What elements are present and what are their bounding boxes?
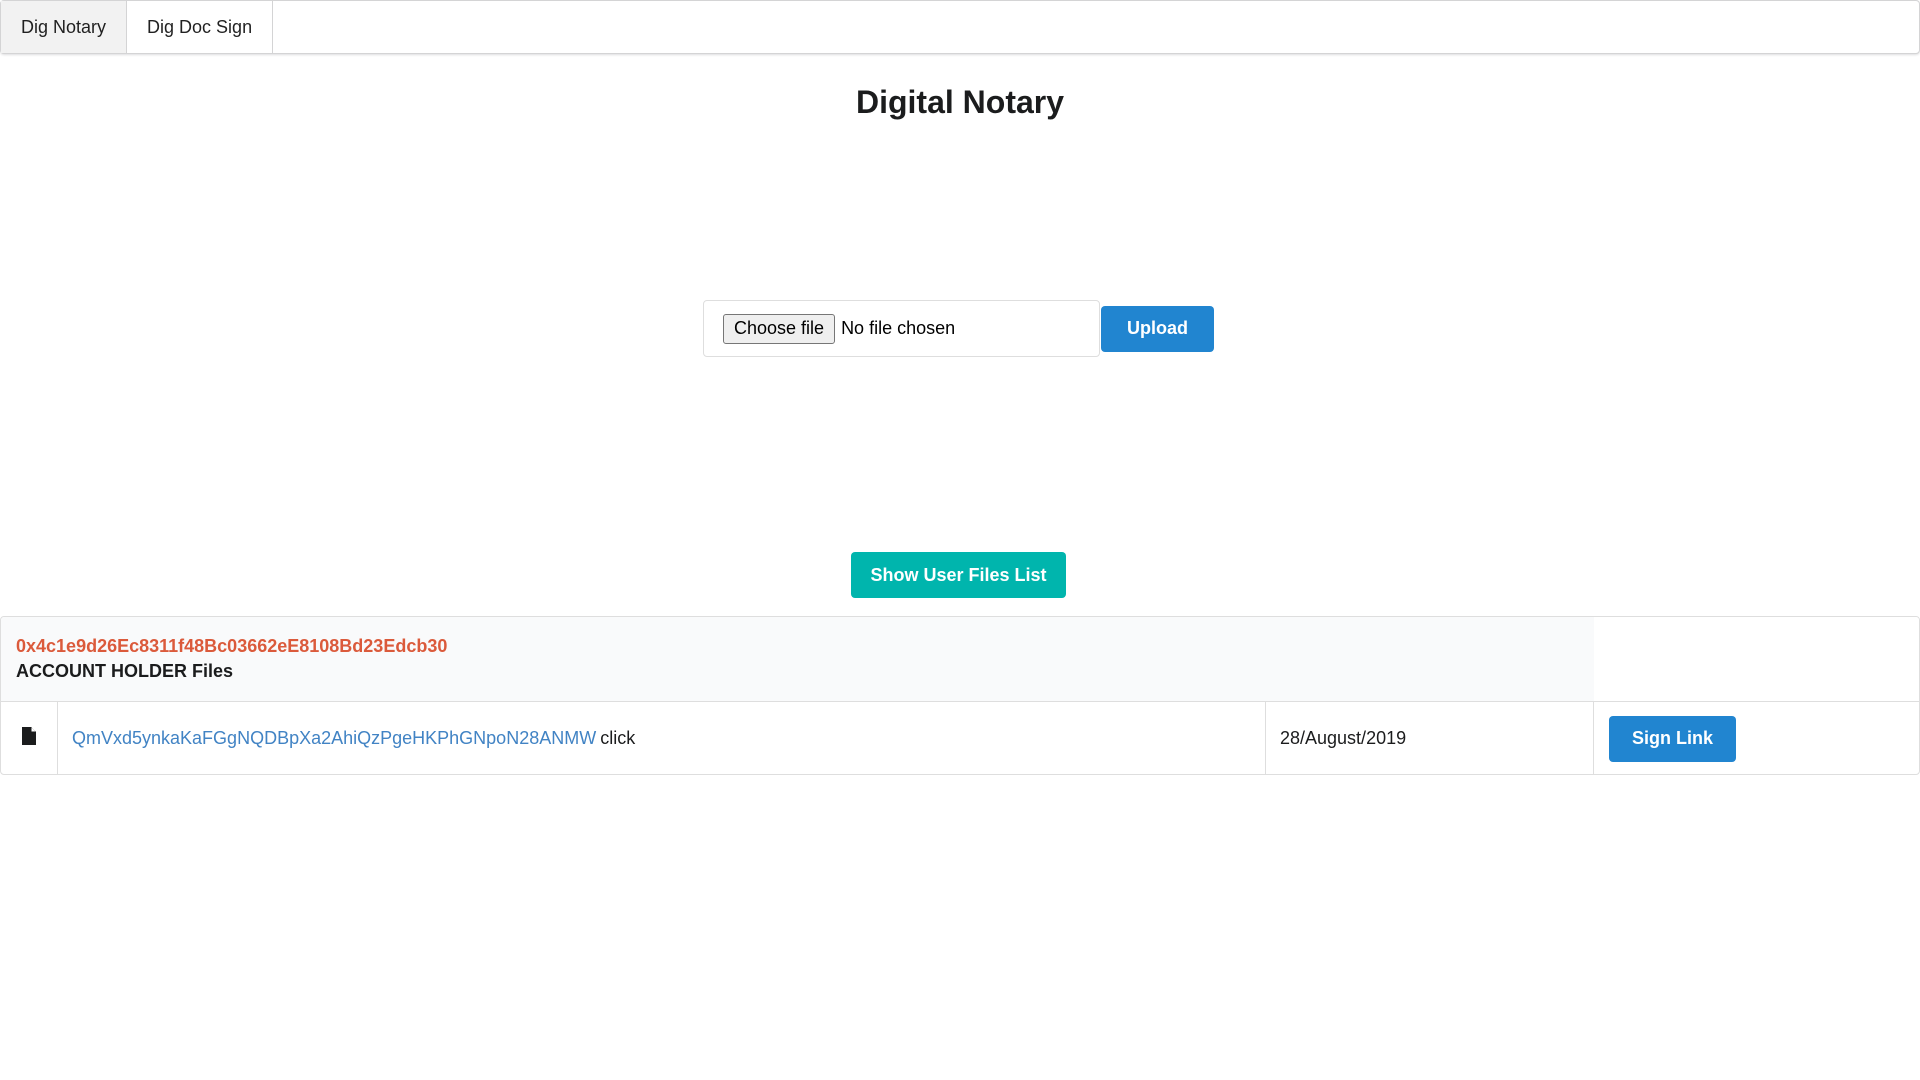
account-files-label: ACCOUNT HOLDER Files: [16, 661, 234, 681]
tab-dig-notary-label: Dig Notary: [21, 16, 107, 37]
files-table: 0x4c1e9d26Ec8311f48Bc03662eE8108Bd23Edcb…: [0, 616, 1920, 775]
tab-dig-doc-sign-label: Dig Doc Sign: [147, 16, 253, 37]
page-title: Digital Notary: [855, 84, 1065, 120]
account-header-cell: 0x4c1e9d26Ec8311f48Bc03662eE8108Bd23Edcb…: [1, 617, 1594, 701]
sign-link-button[interactable]: Sign Link: [1609, 715, 1736, 762]
file-date: 28/August/2019: [1266, 702, 1594, 774]
choose-file-button[interactable]: Choose file: [723, 313, 836, 344]
table-row: QmVxd5ynkaKaFGgNQDBpXa2AhiQzPgeHKPhGNpoN…: [1, 701, 1919, 774]
account-address: 0x4c1e9d26Ec8311f48Bc03662eE8108Bd23Edcb…: [16, 636, 448, 656]
file-action-cell: Sign Link: [1594, 702, 1919, 774]
top-menu: Dig Notary Dig Doc Sign: [0, 0, 1920, 54]
file-icon-cell: [1, 702, 58, 774]
tab-dig-doc-sign[interactable]: Dig Doc Sign: [127, 1, 274, 53]
file-hash-link[interactable]: QmVxd5ynkaKaFGgNQDBpXa2AhiQzPgeHKPhGNpoN…: [72, 728, 596, 749]
file-status-text: No file chosen: [841, 318, 956, 338]
show-user-files-button[interactable]: Show User Files List: [851, 552, 1066, 598]
table-header: 0x4c1e9d26Ec8311f48Bc03662eE8108Bd23Edcb…: [1, 617, 1919, 701]
header-empty-cell: [1594, 617, 1919, 701]
upload-button[interactable]: Upload: [1101, 305, 1214, 352]
file-link-suffix: click: [600, 728, 636, 748]
file-name-cell: QmVxd5ynkaKaFGgNQDBpXa2AhiQzPgeHKPhGNpoN…: [58, 702, 1266, 774]
file-input[interactable]: Choose file No file chosen: [703, 300, 1100, 357]
upload-form: Choose file No file chosen Upload: [703, 300, 1214, 357]
file-icon: [22, 727, 36, 750]
tab-dig-notary[interactable]: Dig Notary: [1, 1, 128, 53]
